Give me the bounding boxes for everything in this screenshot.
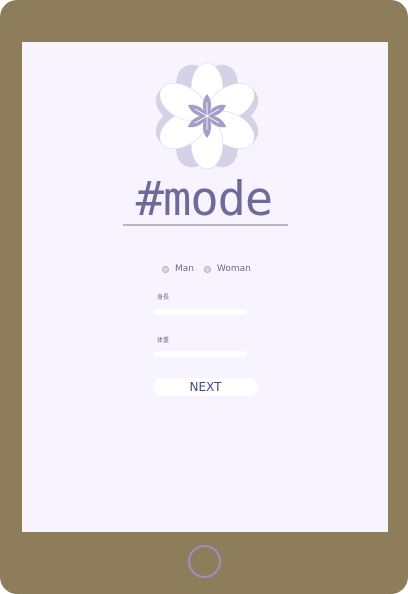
height-input[interactable] [154,309,247,315]
weight-input[interactable] [154,351,247,357]
next-button[interactable]: NEXT [153,378,258,396]
gender-radio-man[interactable] [162,265,169,273]
tablet-frame: #mode Man Woman 身長 体重 NEXT [0,0,408,594]
gender-radio-woman[interactable] [203,265,211,273]
weight-label: 体重 [157,337,170,344]
gender-label-man[interactable]: Man [175,264,194,274]
gender-radio-group: Man Woman [162,262,251,276]
height-label: 身長 [157,294,170,301]
app-logo-title: #mode [135,172,273,227]
home-button[interactable] [188,545,221,578]
gender-label-woman[interactable]: Woman [217,264,251,274]
logo-underline [123,224,288,226]
flower-logo-icon [155,62,259,170]
